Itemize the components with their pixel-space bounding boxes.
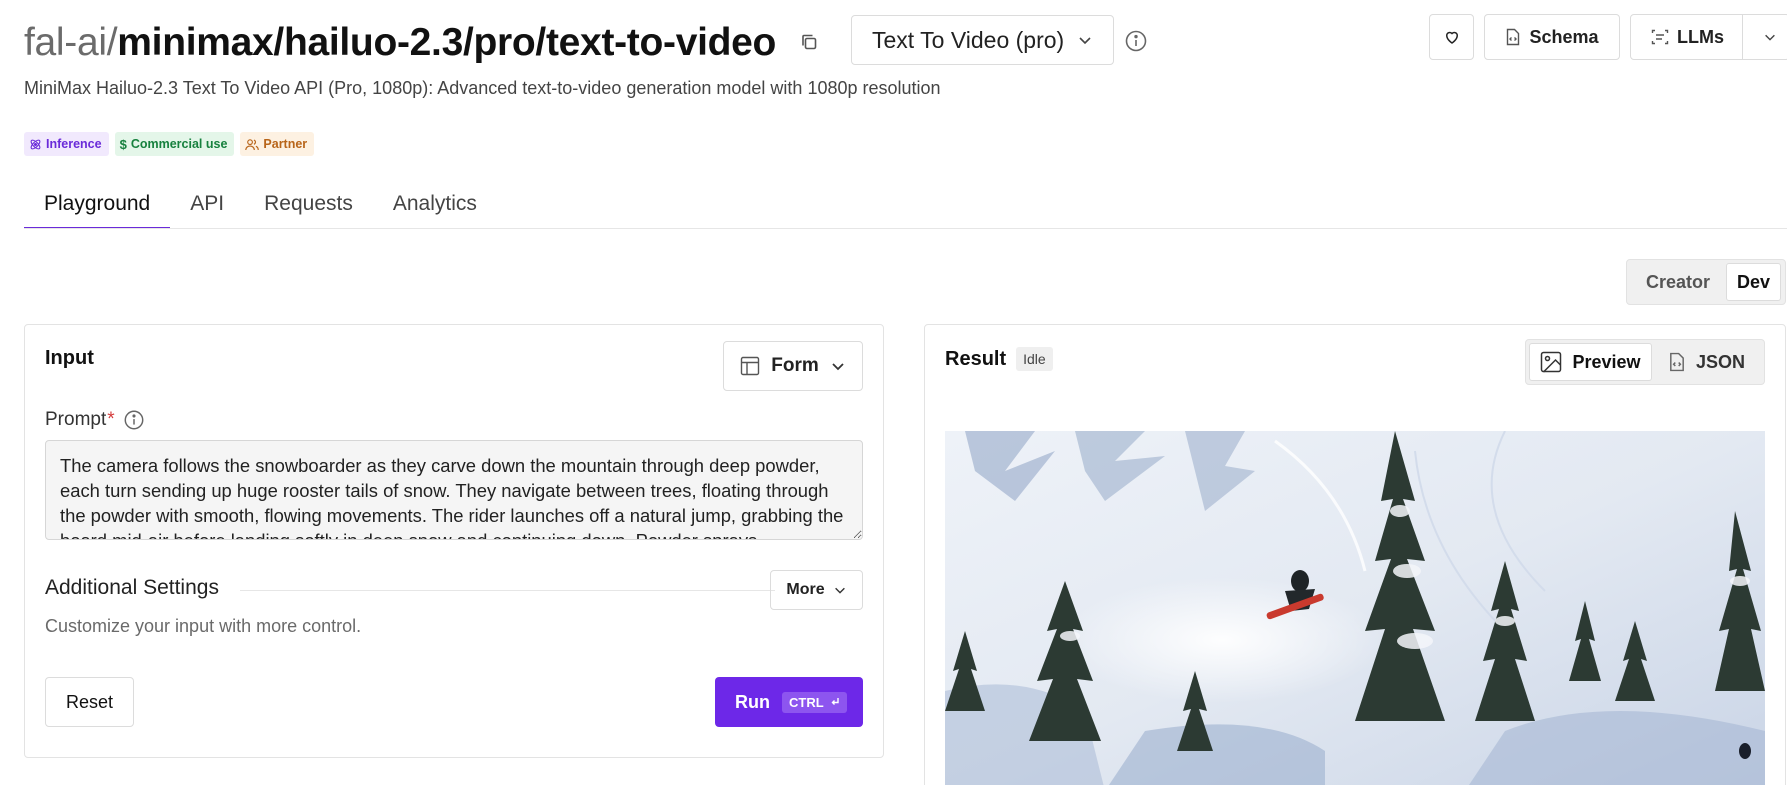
badge-partner: Partner xyxy=(240,132,315,156)
creator-mode-button[interactable]: Creator xyxy=(1630,263,1726,301)
result-header: Result Idle xyxy=(945,347,1053,371)
model-description: MiniMax Hailuo-2.3 Text To Video API (Pr… xyxy=(24,78,941,98)
prompt-label-row: Prompt * xyxy=(45,409,145,431)
json-tab[interactable]: JSON xyxy=(1652,343,1761,381)
result-video-preview[interactable] xyxy=(945,431,1765,785)
prompt-label: Prompt xyxy=(45,409,107,430)
tab-api[interactable]: API xyxy=(170,183,244,229)
atom-icon xyxy=(30,139,41,149)
tab-analytics[interactable]: Analytics xyxy=(373,183,497,229)
more-label: More xyxy=(786,581,825,598)
input-title: Input xyxy=(45,347,94,369)
llms-button[interactable]: LLMs xyxy=(1630,14,1787,60)
run-button[interactable]: Run CTRL xyxy=(715,677,863,727)
info-icon[interactable] xyxy=(123,409,145,431)
badge-label: Inference xyxy=(46,137,102,151)
image-icon xyxy=(1541,351,1562,373)
llms-dropdown[interactable] xyxy=(1751,15,1787,59)
badge-inference: Inference xyxy=(24,132,109,156)
mode-toggle: Creator Dev xyxy=(1626,259,1786,305)
text-scan-icon xyxy=(1651,29,1669,45)
json-label: JSON xyxy=(1695,351,1745,372)
settings-divider xyxy=(240,590,775,591)
additional-settings-help: Customize your input with more control. xyxy=(45,616,362,636)
tab-requests[interactable]: Requests xyxy=(244,183,373,229)
header-actions: Schema LLMs xyxy=(1429,14,1787,60)
run-label: Run xyxy=(735,691,770,712)
input-panel: Input Form Prompt * The camera follows t… xyxy=(24,324,884,758)
users-icon xyxy=(245,138,260,150)
dollar-icon: $ xyxy=(119,136,127,152)
tab-bar: Playground API Requests Analytics xyxy=(24,183,497,229)
badge-label: Commercial use xyxy=(130,137,228,151)
form-mode-select[interactable]: Form xyxy=(723,341,863,391)
preview-tab[interactable]: Preview xyxy=(1529,343,1652,381)
run-shortcut: CTRL xyxy=(782,691,847,713)
variant-select-value: Text To Video (pro) xyxy=(872,26,1065,53)
favorite-button[interactable] xyxy=(1429,14,1474,60)
result-view-toggle: Preview JSON xyxy=(1525,339,1765,385)
form-mode-value: Form xyxy=(771,355,819,376)
info-icon[interactable] xyxy=(1124,29,1148,53)
preview-label: Preview xyxy=(1572,351,1641,372)
copy-icon[interactable] xyxy=(798,31,820,53)
reset-button[interactable]: Reset xyxy=(45,677,134,727)
model-namespace[interactable]: fal-ai/ xyxy=(24,21,118,64)
model-path: minimax/hailuo-2.3/pro/text-to-video xyxy=(117,20,777,64)
llms-label: LLMs xyxy=(1677,26,1724,47)
badge-label: Partner xyxy=(263,137,308,151)
heart-icon xyxy=(1445,31,1458,44)
tab-playground[interactable]: Playground xyxy=(24,183,171,229)
shortcut-key: CTRL xyxy=(789,694,824,710)
result-title: Result xyxy=(945,347,1007,370)
schema-button[interactable]: Schema xyxy=(1484,14,1620,60)
chevron-down-icon xyxy=(834,587,845,594)
chevron-down-icon xyxy=(1765,34,1775,41)
model-header: fal-ai/minimax/hailuo-2.3/pro/text-to-vi… xyxy=(24,14,820,70)
chevron-down-icon xyxy=(832,363,844,371)
snowboard-scene-image xyxy=(945,431,1765,785)
file-code-icon xyxy=(1670,352,1684,372)
chevron-down-icon xyxy=(1079,37,1091,45)
status-badge: Idle xyxy=(1016,347,1053,371)
more-settings-button[interactable]: More xyxy=(770,570,863,610)
required-mark: * xyxy=(107,409,115,430)
additional-settings-title: Additional Settings xyxy=(45,576,219,599)
tab-divider xyxy=(24,228,1787,229)
result-panel: Result Idle Preview JSON xyxy=(924,324,1786,785)
file-code-icon xyxy=(1507,28,1520,46)
page-title: fal-ai/minimax/hailuo-2.3/pro/text-to-vi… xyxy=(24,23,776,62)
schema-label: Schema xyxy=(1529,26,1599,47)
prompt-textarea[interactable]: The camera follows the snowboarder as th… xyxy=(45,440,863,540)
dev-mode-button[interactable]: Dev xyxy=(1726,263,1781,301)
badge-list: Inference $ Commercial use Partner xyxy=(24,132,315,156)
enter-icon xyxy=(831,698,839,705)
llms-main[interactable]: LLMs xyxy=(1631,15,1743,59)
layout-icon xyxy=(740,356,760,376)
variant-select[interactable]: Text To Video (pro) xyxy=(851,15,1114,65)
badge-commercial: $ Commercial use xyxy=(114,132,235,156)
